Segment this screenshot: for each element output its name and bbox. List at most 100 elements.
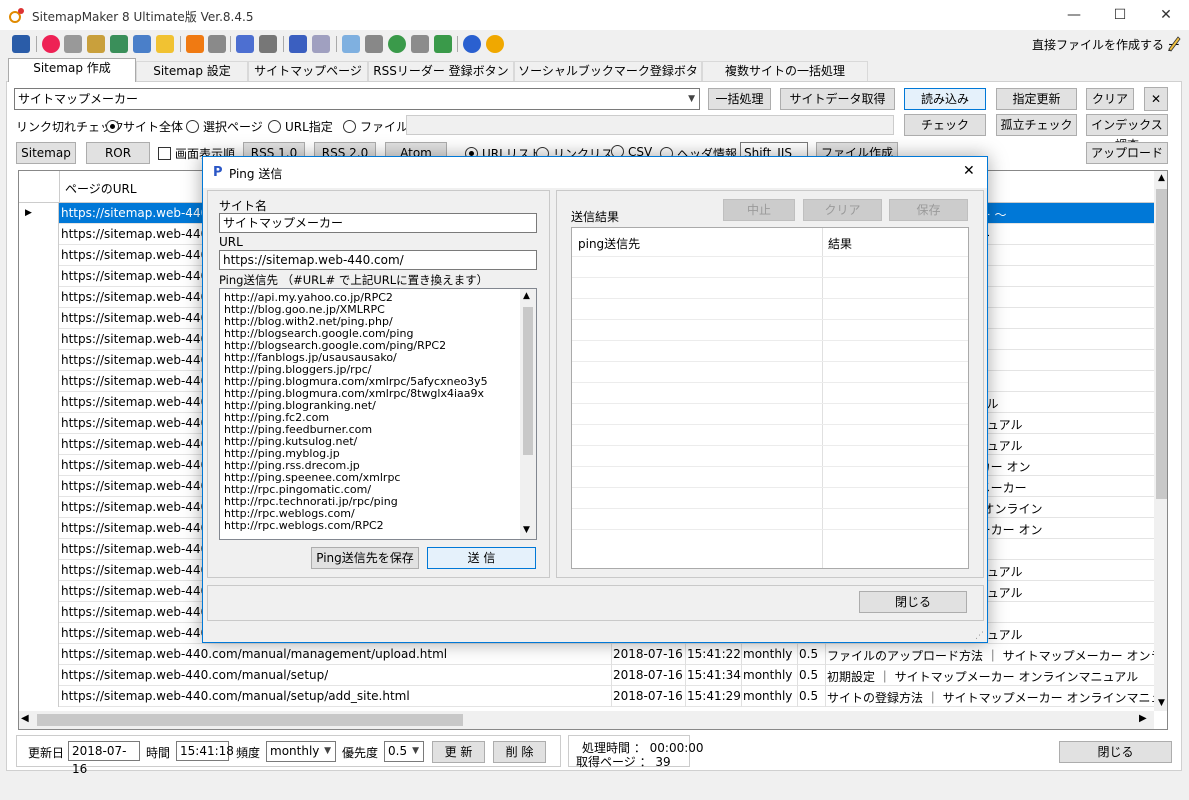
url-input[interactable]: https://sitemap.web-440.com/ bbox=[219, 250, 537, 270]
globe2-icon[interactable] bbox=[388, 35, 406, 53]
ping-scroll-thumb[interactable] bbox=[523, 307, 533, 455]
tools-icon[interactable]: ✕ bbox=[1144, 87, 1168, 111]
dialog-close-button[interactable]: 閉じる bbox=[859, 591, 967, 613]
row-header[interactable] bbox=[19, 413, 59, 434]
minimize-button[interactable]: — bbox=[1051, 0, 1097, 30]
info-icon[interactable] bbox=[486, 35, 504, 53]
sitemap-icon[interactable] bbox=[365, 35, 383, 53]
scroll-up-icon[interactable]: ▲ bbox=[523, 291, 530, 301]
scroll-thumb[interactable] bbox=[1156, 189, 1167, 499]
send-button[interactable]: 送 信 bbox=[427, 547, 536, 569]
fetch-site-data-button[interactable]: サイトデータ取得 bbox=[780, 88, 895, 110]
orphan-check-button[interactable]: 孤立チェック bbox=[996, 114, 1077, 136]
radio-site-all[interactable]: サイト全体 bbox=[106, 118, 183, 135]
rss-icon[interactable] bbox=[186, 35, 204, 53]
delete-entry-button[interactable]: 削 除 bbox=[493, 741, 546, 763]
radio-selected-page[interactable]: 選択ページ bbox=[186, 118, 263, 135]
row-header[interactable] bbox=[19, 245, 59, 266]
direct-file-link[interactable]: 直接ファイルを作成する ー bbox=[1032, 36, 1180, 53]
row-header[interactable] bbox=[19, 455, 59, 476]
scroll-up-icon[interactable]: ▲ bbox=[1154, 171, 1167, 186]
ping-list-scrollbar[interactable]: ▲ ▼ bbox=[520, 289, 536, 539]
vertical-scrollbar[interactable]: ▲ ▼ bbox=[1154, 171, 1167, 711]
wrench-icon[interactable] bbox=[259, 35, 277, 53]
globe-icon[interactable] bbox=[42, 35, 60, 53]
scroll-down-icon[interactable]: ▼ bbox=[1154, 696, 1167, 711]
close-window-button[interactable]: ✕ bbox=[1143, 0, 1189, 30]
radio-file[interactable]: ファイル bbox=[343, 118, 408, 135]
tab-social-bookmark[interactable]: ソーシャルブックマーク登録ボタン作成 bbox=[514, 61, 702, 97]
row-header[interactable] bbox=[19, 581, 59, 602]
update-entry-button[interactable]: 更 新 bbox=[432, 741, 485, 763]
time-field[interactable]: 15:41:18 bbox=[176, 741, 234, 761]
clear-button[interactable]: クリア bbox=[1086, 88, 1134, 110]
tab-multi-site[interactable]: 複数サイトの一括処理 bbox=[702, 61, 868, 81]
radio-url[interactable]: URL指定 bbox=[268, 118, 333, 135]
close-main-button[interactable]: 閉じる bbox=[1059, 741, 1172, 763]
row-header[interactable] bbox=[19, 644, 59, 665]
row-header[interactable] bbox=[19, 329, 59, 350]
edit-icon[interactable] bbox=[236, 35, 254, 53]
save-ping-targets-button[interactable]: Ping送信先を保存 bbox=[311, 547, 419, 569]
row-header[interactable]: ▶ bbox=[19, 203, 59, 224]
row-header[interactable] bbox=[19, 602, 59, 623]
tab-sitemap-page[interactable]: サイトマップページ作成 bbox=[248, 61, 368, 97]
priority-select[interactable]: 0.5 ▼ bbox=[384, 741, 424, 762]
upload-icon[interactable] bbox=[434, 35, 452, 53]
tab-rss-button[interactable]: RSSリーダー 登録ボタン作成 bbox=[368, 61, 514, 97]
row-header[interactable] bbox=[19, 371, 59, 392]
row-header[interactable] bbox=[19, 665, 59, 686]
site-icon[interactable] bbox=[87, 35, 105, 53]
specified-update-button[interactable]: 指定更新 bbox=[996, 88, 1077, 110]
index-check-button[interactable]: インデックス調査 bbox=[1086, 114, 1168, 152]
site-name-input[interactable]: サイトマップメーカー bbox=[219, 213, 537, 233]
clear-result-button[interactable]: クリア bbox=[803, 199, 882, 221]
date-field[interactable]: 2018-07-16 bbox=[68, 741, 140, 776]
chat-icon[interactable] bbox=[342, 35, 360, 53]
tools-icon[interactable] bbox=[64, 35, 82, 53]
link-check-input[interactable] bbox=[406, 115, 894, 135]
help-icon[interactable] bbox=[463, 35, 481, 53]
horizontal-scrollbar[interactable]: ◀ ▶ bbox=[19, 711, 1154, 729]
list-icon[interactable] bbox=[312, 35, 330, 53]
row-header[interactable] bbox=[19, 287, 59, 308]
site-select[interactable]: サイトマップメーカー ▼ bbox=[14, 88, 700, 110]
row-header[interactable] bbox=[19, 686, 59, 707]
stop-button[interactable]: 中止 bbox=[723, 199, 795, 221]
row-header[interactable] bbox=[19, 434, 59, 455]
ping-targets-textarea[interactable]: http://api.my.yahoo.co.jp/RPC2 http://blo… bbox=[219, 288, 537, 540]
scroll-down-icon[interactable]: ▼ bbox=[523, 525, 530, 535]
table-row[interactable]: https://sitemap.web-440.com/manual/manag… bbox=[19, 644, 1155, 665]
hscroll-thumb[interactable] bbox=[37, 714, 463, 726]
row-header[interactable] bbox=[19, 539, 59, 560]
table-row[interactable]: https://sitemap.web-440.com/manual/setup… bbox=[19, 665, 1155, 686]
row-header[interactable] bbox=[19, 518, 59, 539]
close-icon[interactable]: ✕ bbox=[963, 163, 975, 179]
resize-grip-icon[interactable]: ⋰ bbox=[975, 631, 984, 641]
row-header[interactable] bbox=[19, 476, 59, 497]
row-header[interactable] bbox=[19, 623, 59, 644]
table-row[interactable]: https://sitemap.web-440.com/manual/setup… bbox=[19, 686, 1155, 707]
check-button[interactable]: チェック bbox=[904, 114, 986, 136]
link-icon[interactable] bbox=[411, 35, 429, 53]
save-result-button[interactable]: 保存 bbox=[889, 199, 968, 221]
tree-icon[interactable] bbox=[110, 35, 128, 53]
sitemap-button[interactable]: Sitemap bbox=[16, 142, 76, 164]
monitor-icon[interactable] bbox=[133, 35, 151, 53]
upload-button[interactable]: アップロード bbox=[1086, 142, 1168, 164]
scroll-right-icon[interactable]: ▶ bbox=[1139, 713, 1147, 724]
row-header[interactable] bbox=[19, 560, 59, 581]
ror-button[interactable]: ROR bbox=[86, 142, 150, 164]
row-header[interactable] bbox=[19, 497, 59, 518]
freq-select[interactable]: monthly ▼ bbox=[266, 741, 336, 762]
settings-icon[interactable] bbox=[208, 35, 226, 53]
import-icon[interactable] bbox=[12, 35, 30, 53]
tab-sitemap-create[interactable]: Sitemap 作成 bbox=[8, 58, 136, 82]
row-header[interactable] bbox=[19, 350, 59, 371]
row-header[interactable] bbox=[19, 308, 59, 329]
batch-button[interactable]: 一括処理 bbox=[708, 88, 771, 110]
ping-icon[interactable] bbox=[289, 35, 307, 53]
row-header[interactable] bbox=[19, 224, 59, 245]
ping-target-item[interactable]: http://rpc.weblogs.com/RPC2 bbox=[224, 520, 514, 532]
maximize-button[interactable]: ☐ bbox=[1097, 0, 1143, 30]
